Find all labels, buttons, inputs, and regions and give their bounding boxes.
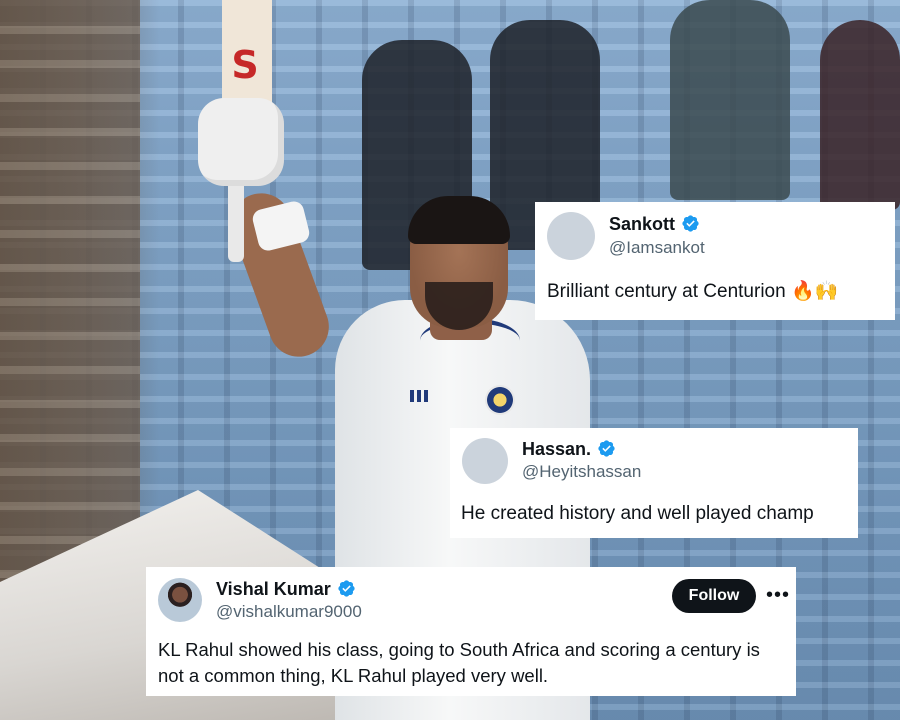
tweet-text: Brilliant century at Centurion 🔥🙌 xyxy=(547,281,839,302)
author-name-text: Hassan. xyxy=(522,439,592,459)
tweet-author-name[interactable]: Hassan. xyxy=(522,439,616,460)
avatar[interactable] xyxy=(547,212,595,260)
author-name-text: Vishal Kumar xyxy=(216,579,331,599)
tweet-card: Hassan. @Heyitshassan He created history… xyxy=(450,428,858,538)
tweet-text: He created history and well played champ xyxy=(461,503,814,524)
verified-badge-icon xyxy=(338,580,355,597)
author-name-text: Sankott xyxy=(609,214,676,234)
jersey-crest xyxy=(485,385,515,415)
avatar[interactable] xyxy=(158,578,202,622)
more-options-icon[interactable]: ••• xyxy=(766,580,789,610)
bat-logo: S xyxy=(231,43,259,87)
spectator xyxy=(820,20,900,210)
tweet-author-name[interactable]: Vishal Kumar xyxy=(216,579,356,600)
tweet-author-handle[interactable]: @vishalkumar9000 xyxy=(216,602,362,622)
verified-badge-icon xyxy=(598,440,615,457)
tweet-text: KL Rahul showed his class, going to Sout… xyxy=(158,639,760,686)
tweet-author-handle[interactable]: @Iamsankot xyxy=(609,238,705,258)
tweet-author-name[interactable]: Sankott xyxy=(609,214,700,235)
tweet-author-handle[interactable]: @Heyitshassan xyxy=(522,462,641,482)
spectator xyxy=(670,0,790,200)
tweet-card: Sankott @Iamsankot Brilliant century at … xyxy=(535,202,895,320)
follow-button[interactable]: Follow xyxy=(672,579,756,613)
jersey-logo xyxy=(410,390,428,402)
avatar[interactable] xyxy=(462,438,508,484)
tweet-card: Vishal Kumar @vishalkumar9000 Follow •••… xyxy=(146,567,796,696)
verified-badge-icon xyxy=(682,215,699,232)
batting-glove xyxy=(198,98,284,186)
